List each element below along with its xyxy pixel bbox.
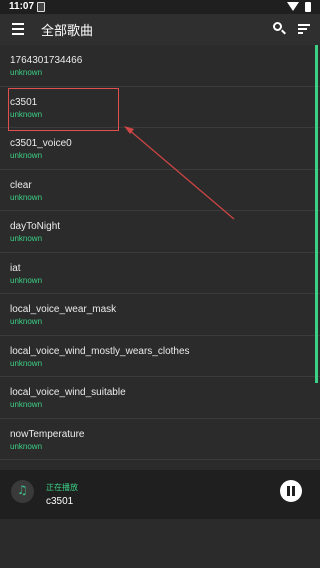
song-title: clear [10, 179, 32, 191]
system-nav-area [0, 519, 320, 568]
status-time: 11:07 [9, 1, 35, 12]
music-note-icon: ♫ [17, 483, 28, 497]
song-title: local_voice_wind_suitable [10, 387, 126, 398]
now-playing-label: 正在播放 [46, 483, 78, 492]
song-item[interactable]: 1764301734466 unknown [0, 45, 320, 87]
sort-icon[interactable] [298, 24, 310, 36]
song-artist: unknown [10, 151, 43, 160]
song-artist: unknown [10, 234, 43, 243]
page-title: 全部歌曲 [41, 24, 94, 39]
battery-icon [305, 2, 311, 12]
song-item[interactable]: clear unknown [0, 170, 320, 211]
album-art: ♫ [11, 480, 34, 503]
scrollbar[interactable] [315, 45, 318, 383]
song-artist: unknown [10, 358, 43, 368]
song-artist: unknown [10, 192, 43, 202]
song-title: dayToNight [10, 221, 61, 232]
song-item[interactable]: iat unknown [0, 253, 320, 294]
song-title: 1764301734466 [10, 55, 83, 66]
song-title: iat [10, 262, 21, 274]
menu-icon[interactable] [12, 23, 24, 35]
song-artist: unknown [10, 317, 43, 326]
song-title: c3501_voice0 [10, 138, 72, 149]
song-item[interactable]: dayToNight unknown [0, 211, 320, 253]
song-item[interactable]: nowTemperature unknown [0, 419, 320, 460]
status-bar: 11:07 [0, 0, 320, 14]
wifi-icon [287, 2, 299, 11]
annotation-highlight-box [8, 88, 119, 131]
pause-button[interactable] [280, 480, 302, 502]
song-title: local_voice_wear_mask [10, 304, 117, 315]
song-artist: unknown [10, 275, 43, 285]
search-icon[interactable] [272, 21, 286, 35]
song-artist: unknown [10, 68, 43, 77]
song-artist: unknown [10, 441, 43, 451]
song-title: nowTemperature [10, 428, 85, 440]
song-artist: unknown [10, 400, 43, 409]
sim-card-icon [37, 2, 45, 12]
song-item[interactable]: local_voice_wind_suitable unknown [0, 377, 320, 419]
song-title: local_voice_wind_mostly_wears_clothes [10, 345, 190, 357]
now-playing-bar[interactable]: ♫ 正在播放 c3501 [0, 470, 320, 519]
song-item[interactable]: local_voice_wind_mostly_wears_clothes un… [0, 336, 320, 377]
song-item[interactable]: local_voice_wear_mask unknown [0, 294, 320, 336]
current-song-title: c3501 [46, 496, 74, 507]
app-bar: 全部歌曲 [0, 14, 320, 45]
song-item[interactable]: c3501_voice0 unknown [0, 128, 320, 170]
